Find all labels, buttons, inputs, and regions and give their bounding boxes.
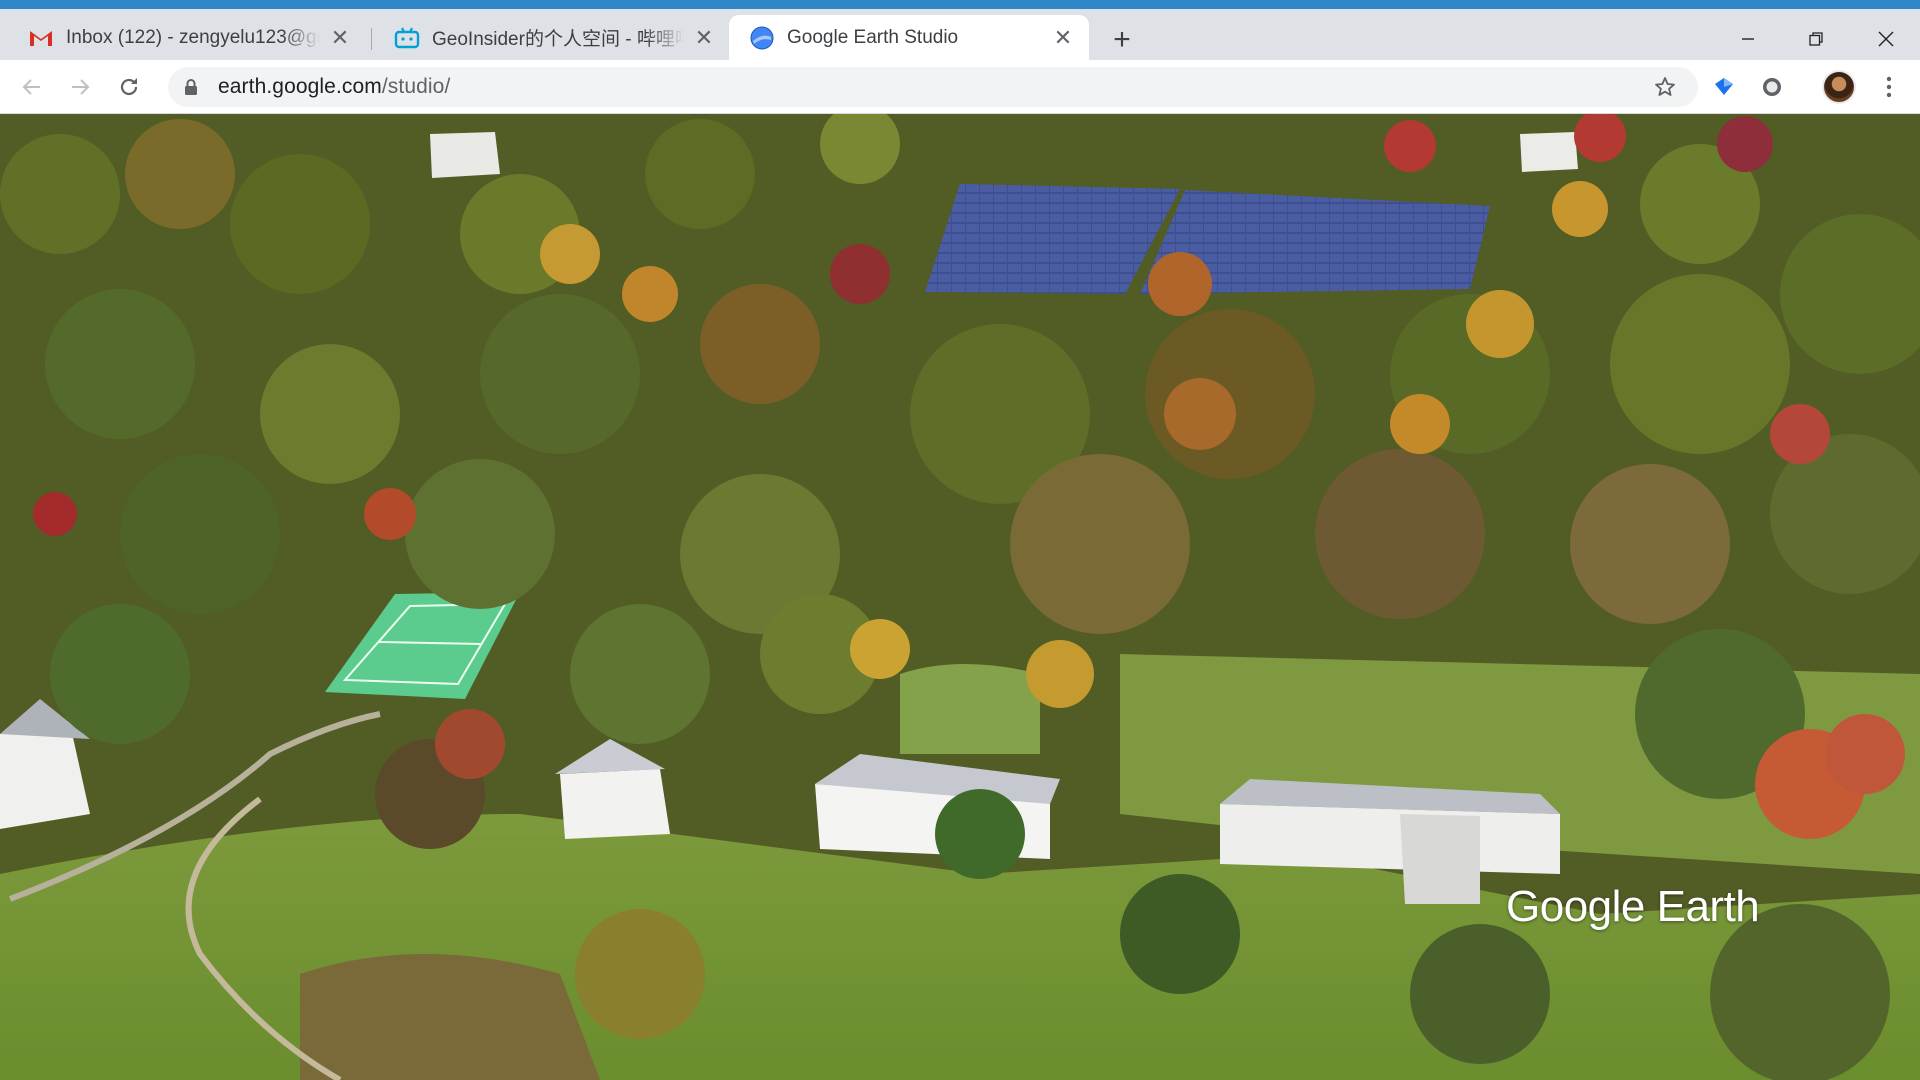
forward-button[interactable] (65, 72, 95, 102)
profile-avatar[interactable] (1822, 70, 1856, 104)
new-tab-button[interactable]: + (1108, 23, 1136, 56)
close-icon[interactable]: ✕ (1051, 25, 1075, 50)
tab-bilibili[interactable]: GeoInsider的个人空间 - 哔哩哔哩 ✕ (374, 15, 730, 60)
google-earth-icon (749, 25, 775, 51)
extension-shield-icon[interactable] (1709, 72, 1739, 102)
tab-google-earth-studio[interactable]: Google Earth Studio ✕ (729, 15, 1089, 60)
url-path: /studio/ (381, 75, 451, 98)
tab-title: Inbox (122) - zengyelu123@gmail.com (66, 26, 320, 48)
browser-toolbar: earth.google.com/studio/ (0, 60, 1920, 114)
more-menu-icon[interactable] (1874, 72, 1904, 102)
address-bar[interactable]: earth.google.com/studio/ (168, 67, 1698, 107)
tab-divider (371, 28, 372, 50)
url-host: earth.google.com (218, 75, 382, 98)
extension-circle-icon[interactable] (1757, 72, 1787, 102)
reload-icon (120, 78, 138, 96)
reload-button[interactable] (114, 72, 144, 102)
url-text: earth.google.com/studio/ (218, 75, 450, 99)
close-window-button[interactable] (1864, 21, 1908, 57)
aerial-scene (0, 114, 1920, 1080)
minimize-button[interactable] (1726, 21, 1770, 57)
window-top-strip (0, 0, 1920, 9)
minimize-icon (1742, 38, 1754, 40)
bilibili-icon (394, 25, 420, 51)
tab-gmail[interactable]: Inbox (122) - zengyelu123@gmail.com ✕ (8, 15, 366, 60)
lock-icon (182, 77, 200, 97)
google-earth-watermark: Google Earth (1506, 882, 1760, 931)
tab-title: GeoInsider的个人空间 - 哔哩哔哩 (432, 29, 684, 50)
gmail-icon (28, 25, 54, 51)
arrow-left-icon (22, 79, 40, 95)
tab-title: Google Earth Studio (787, 26, 959, 48)
back-button[interactable] (17, 72, 47, 102)
earth-3d-viewport[interactable]: Google Earth (0, 114, 1920, 1080)
close-icon[interactable]: ✕ (328, 25, 352, 50)
tab-bar: Inbox (122) - zengyelu123@gmail.com ✕ Ge… (0, 9, 1920, 60)
arrow-right-icon (72, 79, 90, 95)
close-icon[interactable]: ✕ (692, 25, 716, 50)
close-icon (1878, 31, 1894, 47)
restore-icon (1809, 32, 1823, 46)
bookmark-star-icon[interactable] (1652, 74, 1678, 100)
restore-button[interactable] (1794, 21, 1838, 57)
